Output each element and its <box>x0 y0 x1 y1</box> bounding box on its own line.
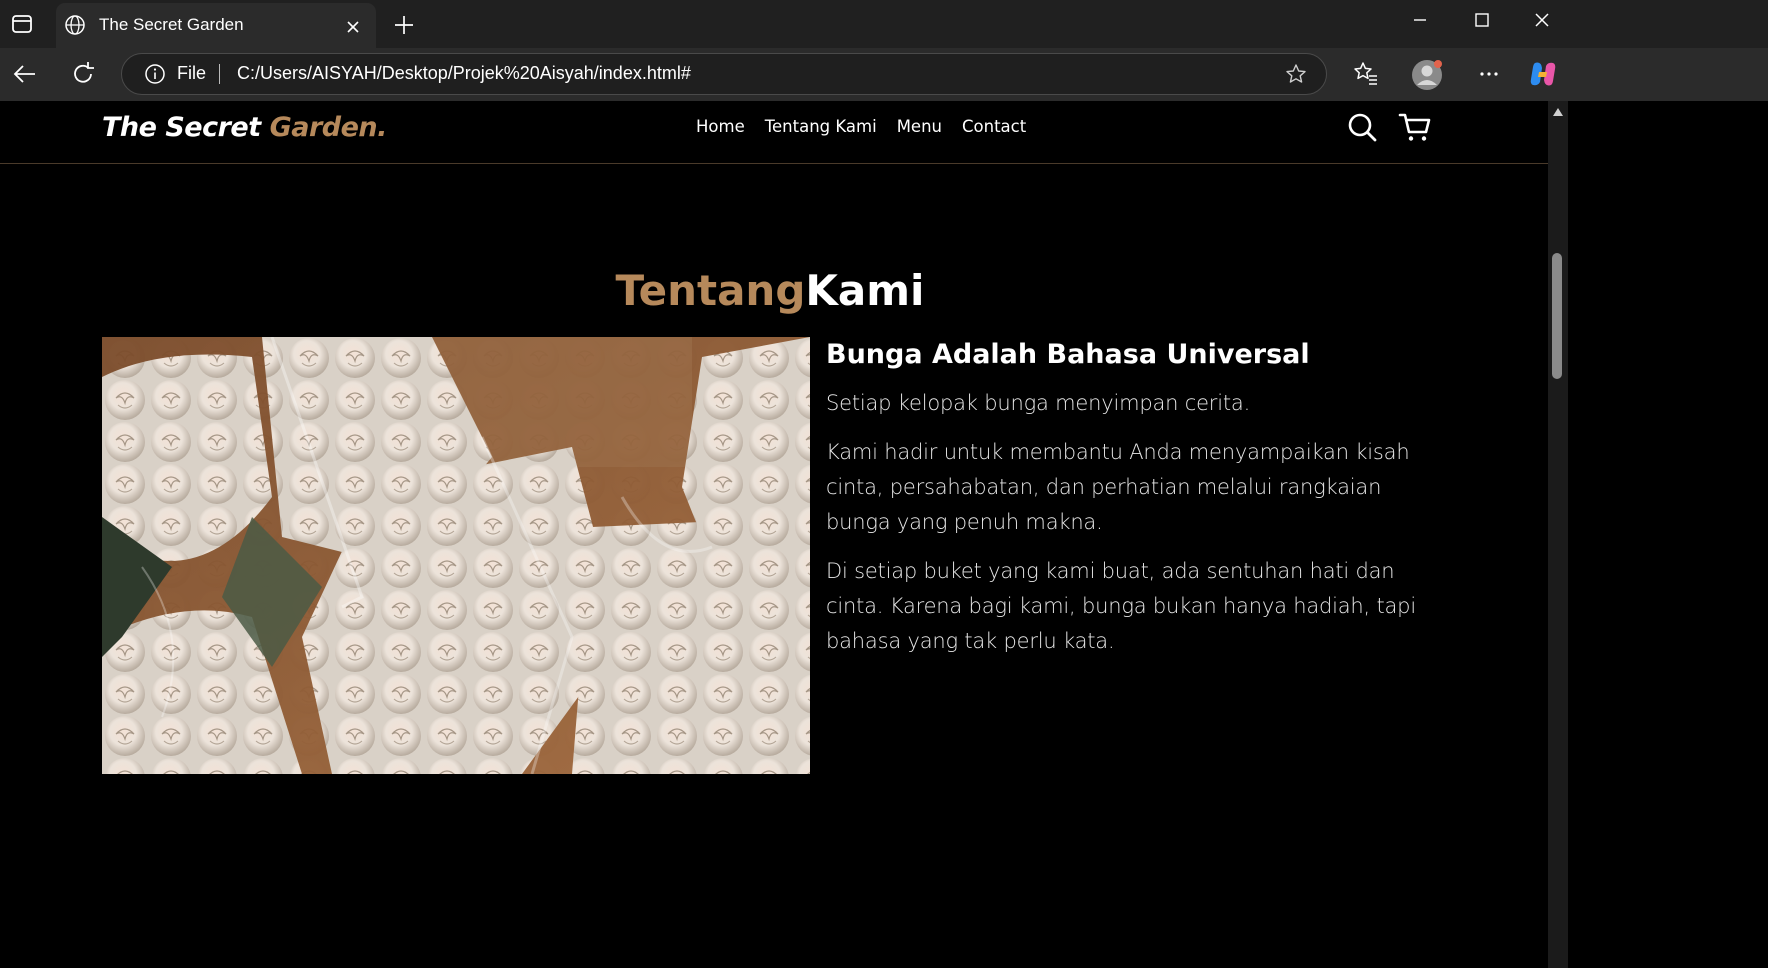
about-heading: Bunga Adalah Bahasa Universal <box>826 339 1310 370</box>
logo-accent-text: Garden. <box>269 112 388 143</box>
close-icon[interactable] <box>342 16 364 38</box>
logo-text: The Secret <box>102 112 270 143</box>
about-paragraph: Di setiap buket yang kami buat, ada sent… <box>826 559 1416 653</box>
about-paragraph: Kami hadir untuk membantu Anda menyampai… <box>826 440 1410 534</box>
nav-home[interactable]: Home <box>696 117 745 136</box>
minimize-icon[interactable] <box>1400 10 1440 38</box>
nav-links: Home Tentang Kami Menu Contact <box>696 117 1026 136</box>
back-icon[interactable] <box>10 59 40 89</box>
info-icon[interactable] <box>144 63 166 85</box>
favorites-icon[interactable] <box>1351 59 1381 89</box>
nav-tentang-kami[interactable]: Tentang Kami <box>765 117 877 136</box>
scroll-thumb[interactable] <box>1552 253 1562 379</box>
page-viewport: The Secret Garden. Home Tentang Kami Men… <box>0 101 1548 968</box>
address-separator <box>219 64 220 84</box>
url-text[interactable]: C:/Users/AISYAH/Desktop/Projek%20Aisyah/… <box>237 63 691 84</box>
page-scrollbar[interactable] <box>1548 101 1568 968</box>
address-bar[interactable]: File C:/Users/AISYAH/Desktop/Projek%20Ai… <box>121 53 1327 95</box>
section-title-accent: Tentang <box>615 265 806 315</box>
nav-menu[interactable]: Menu <box>897 117 942 136</box>
about-image-roses <box>102 337 810 774</box>
more-icon[interactable] <box>1474 59 1504 89</box>
search-icon[interactable] <box>1346 111 1378 143</box>
plus-icon[interactable] <box>392 13 416 37</box>
site-navbar: The Secret Garden. Home Tentang Kami Men… <box>0 101 1548 164</box>
profile-icon[interactable] <box>1410 58 1444 92</box>
section-title: TentangKami <box>0 266 1540 315</box>
globe-icon <box>65 15 85 35</box>
browser-toolbar: File C:/Users/AISYAH/Desktop/Projek%20Ai… <box>0 48 1768 101</box>
copilot-icon[interactable] <box>1527 58 1559 90</box>
scheme-label: File <box>177 63 207 83</box>
about-paragraph: Setiap kelopak bunga menyimpan cerita. <box>826 391 1251 415</box>
site-logo[interactable]: The Secret Garden. <box>102 112 387 143</box>
browser-title-bar: The Secret Garden <box>0 0 1768 48</box>
cart-icon[interactable] <box>1398 111 1432 143</box>
tab-title: The Secret Garden <box>99 15 244 34</box>
star-icon[interactable] <box>1285 63 1307 85</box>
scroll-up-icon[interactable] <box>1552 107 1564 117</box>
nav-contact[interactable]: Contact <box>962 117 1026 136</box>
close-window-icon[interactable] <box>1522 10 1562 38</box>
browser-tab[interactable]: The Secret Garden <box>56 3 376 48</box>
maximize-icon[interactable] <box>1462 10 1502 38</box>
about-content: Bunga Adalah Bahasa Universal Setiap kel… <box>826 339 1436 673</box>
section-title-main: Kami <box>805 265 925 315</box>
refresh-icon[interactable] <box>68 59 98 89</box>
sidebar-icon[interactable] <box>8 10 36 38</box>
